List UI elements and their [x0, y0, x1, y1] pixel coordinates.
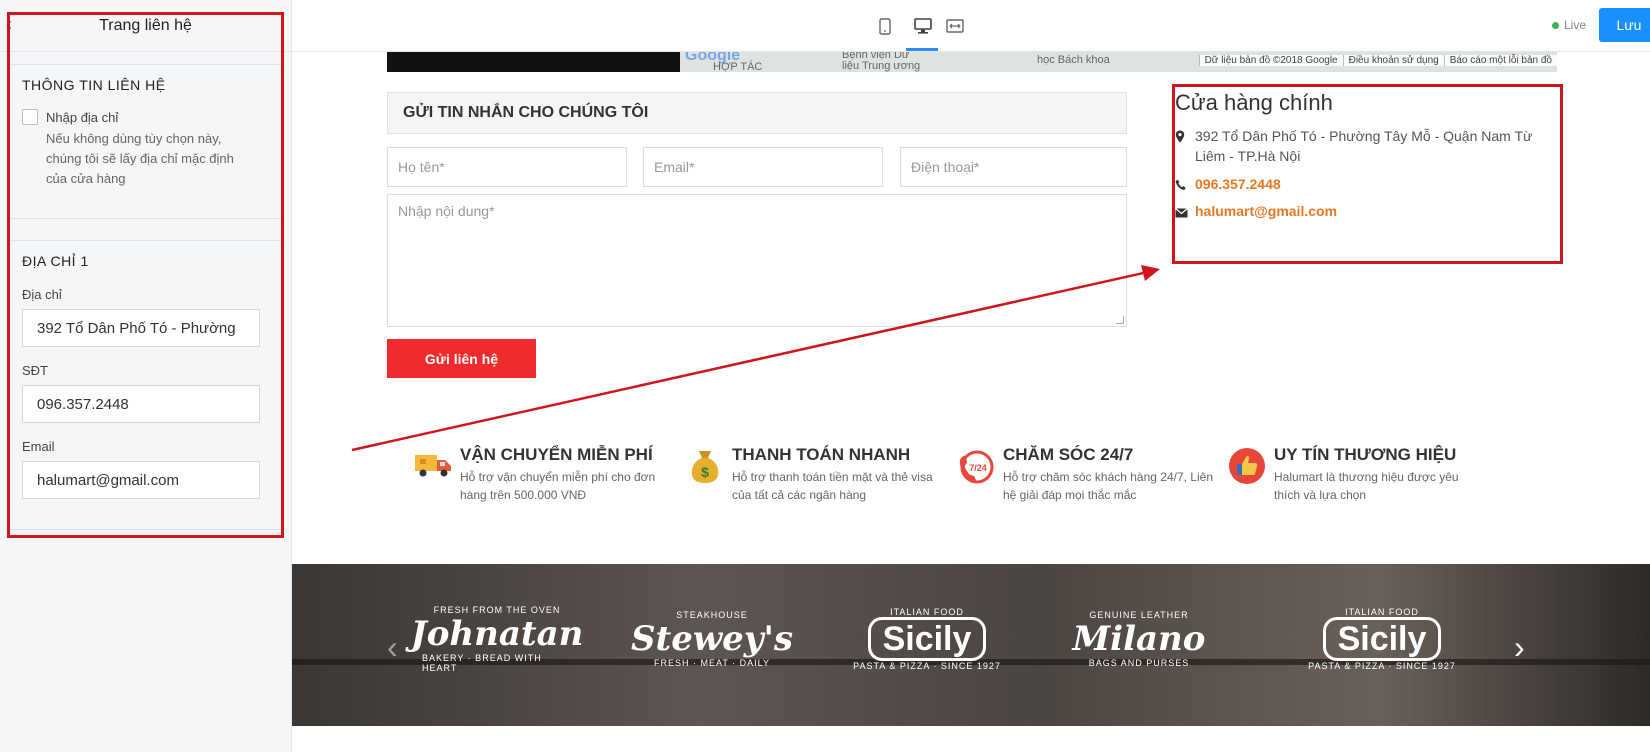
brand-name: Johnatan	[410, 614, 584, 654]
phone-input[interactable]: Điện thoại*	[900, 147, 1127, 187]
brand-name: Stewey's	[630, 619, 794, 659]
address-field[interactable]: 392 Tổ Dân Phố Tó - Phường	[22, 309, 260, 347]
store-email-row: halumart@gmail.com	[1175, 201, 1555, 223]
brand-subline: BAGS AND PURSES	[1088, 658, 1190, 668]
support-24-7-icon: 7/24	[955, 445, 997, 487]
main-store-info: Cửa hàng chính 392 Tổ Dân Phố Tó - Phườn…	[1175, 90, 1555, 223]
brand-tagline: ITALIAN FOOD	[1345, 607, 1419, 617]
enter-address-checkbox[interactable]	[22, 109, 38, 125]
map-label: HỢP TÁC	[713, 61, 763, 72]
support-24-7-label: 7/24	[969, 463, 987, 473]
phone-field[interactable]: 096.357.2448	[22, 385, 260, 423]
phone-icon	[1175, 174, 1195, 196]
brand-name: Milano	[1072, 619, 1206, 659]
brand-logo[interactable]: FRESH FROM THE OVEN Johnatan BAKERY · BR…	[411, 589, 584, 689]
name-input[interactable]: Họ tên*	[387, 147, 627, 187]
save-button[interactable]: Lưu	[1599, 8, 1650, 42]
brand-logo[interactable]: ITALIAN FOOD Sicily PASTA & PIZZA · SINC…	[1307, 589, 1457, 689]
address-label: Địa chỉ	[22, 287, 62, 302]
store-title: Cửa hàng chính	[1175, 90, 1333, 115]
enter-address-option[interactable]: Nhập địa chỉ	[22, 109, 268, 125]
fullwidth-view-icon[interactable]	[944, 16, 966, 36]
brand-slider: ‹ FRESH FROM THE OVEN Johnatan BAKERY · …	[292, 564, 1650, 726]
phone-label: SĐT	[22, 363, 48, 378]
brand-subline: PASTA & PIZZA · SINCE 1927	[1308, 661, 1456, 671]
panel-header: ‹ Trang liên hệ	[0, 0, 291, 52]
live-label: Live	[1564, 18, 1587, 32]
map-report-link[interactable]: Báo cáo một lỗi bản đồ	[1443, 55, 1557, 66]
feature-desc: Hỗ trợ vận chuyển miễn phí cho đơn hàng …	[460, 470, 656, 502]
map-label: liệu Trung ương	[842, 60, 921, 72]
page-preview: Google Bệnh viện Dữ liệu Trung ương HỢP …	[292, 52, 1650, 752]
brand-logo[interactable]: STEAKHOUSE Stewey's FRESH · MEAT · DAILY	[631, 589, 793, 689]
feature-desc: Halumart là thương hiệu được yêu thích v…	[1274, 470, 1459, 502]
map-dark-area	[387, 52, 680, 72]
brand-tagline: ITALIAN FOOD	[890, 607, 964, 617]
message-placeholder: Nhập nội dung*	[398, 203, 495, 219]
message-textarea[interactable]: Nhập nội dung*	[387, 194, 1127, 327]
brand-subline: BAKERY · BREAD WITH HEART	[422, 653, 542, 673]
brand-logo[interactable]: GENUINE LEATHER Milano BAGS AND PURSES	[1064, 589, 1214, 689]
live-status: Live	[1552, 18, 1586, 32]
email-label: Email	[22, 439, 55, 454]
feature-title: THANH TOÁN NHANH	[732, 445, 911, 464]
brand-name: Sicily	[1322, 617, 1442, 661]
email-input[interactable]: Email*	[643, 147, 883, 187]
map-label: học Bách khoa	[1037, 54, 1110, 66]
store-phone[interactable]: 096.357.2448	[1195, 174, 1281, 196]
section-heading-address-1: ĐỊA CHỈ 1	[22, 253, 89, 269]
slider-next-chevron-icon[interactable]: ›	[1514, 629, 1525, 666]
svg-text:$: $	[701, 464, 709, 480]
live-dot-icon	[1552, 21, 1559, 29]
money-bag-icon: $	[684, 445, 726, 487]
brand-logo[interactable]: ITALIAN FOOD Sicily PASTA & PIZZA · SINC…	[852, 589, 1002, 689]
store-address-row: 392 Tổ Dân Phố Tó - Phường Tây Mỗ - Quận…	[1175, 126, 1555, 166]
resize-handle-icon[interactable]	[1116, 316, 1124, 324]
feature-desc: Hỗ trợ chăm sóc khách hàng 24/7, Liên hệ…	[1003, 470, 1213, 502]
brand-subline: PASTA & PIZZA · SINCE 1927	[853, 661, 1001, 671]
thumbs-up-icon	[1226, 445, 1268, 487]
map-data-credit: Dữ liệu bản đồ ©2018 Google	[1198, 55, 1343, 66]
map-terms-link[interactable]: Điều khoản sử dụng	[1342, 55, 1444, 66]
enter-address-help: Nếu không dùng tùy chọn này, chúng tôi s…	[46, 131, 234, 186]
map-footer: Dữ liệu bản đồ ©2018 Google Điều khoản s…	[1198, 55, 1557, 66]
brand-name: Sicily	[867, 617, 987, 661]
enter-address-label: Nhập địa chỉ	[46, 109, 119, 125]
brand-subline: FRESH · MEAT · DAILY	[653, 658, 770, 668]
desktop-view-icon[interactable]	[912, 16, 934, 36]
send-contact-button[interactable]: Gửi liên hệ	[387, 339, 536, 378]
email-field[interactable]: halumart@gmail.com	[22, 461, 260, 499]
address-1-section: ĐỊA CHỈ 1 Địa chỉ 392 Tổ Dân Phố Tó - Ph…	[8, 240, 282, 530]
feature-title: VẬN CHUYỂN MIỄN PHÍ	[460, 445, 653, 464]
features-row: VẬN CHUYỂN MIỄN PHÍ Hỗ trợ vận chuyển mi…	[412, 445, 1612, 525]
top-toolbar: Live Lưu	[292, 0, 1650, 52]
store-phone-row: 096.357.2448	[1175, 174, 1555, 196]
slider-prev-chevron-icon[interactable]: ‹	[387, 629, 398, 666]
form-title: GỬI TIN NHẮN CHO CHÚNG TÔI	[387, 92, 1127, 134]
section-heading-contact-info: THÔNG TIN LIÊN HỆ	[22, 77, 166, 93]
feature-title: CHĂM SÓC 24/7	[1003, 445, 1134, 464]
store-email[interactable]: halumart@gmail.com	[1195, 201, 1337, 223]
active-view-indicator	[906, 48, 938, 51]
feature-desc: Hỗ trợ thanh toán tiền mặt và thẻ visa c…	[732, 470, 933, 502]
settings-panel: ‹ Trang liên hệ THÔNG TIN LIÊN HỆ Nhập đ…	[0, 0, 292, 752]
delivery-truck-icon	[412, 445, 454, 487]
map-pin-icon	[1175, 126, 1195, 166]
contact-info-section: THÔNG TIN LIÊN HỆ Nhập địa chỉ Nếu không…	[8, 64, 282, 219]
map-embed[interactable]: Google Bệnh viện Dữ liệu Trung ương HỢP …	[387, 52, 1557, 72]
mobile-view-icon[interactable]	[874, 16, 896, 36]
panel-title: Trang liên hệ	[99, 16, 192, 34]
feature-title: UY TÍN THƯƠNG HIỆU	[1274, 445, 1457, 464]
store-address: 392 Tổ Dân Phố Tó - Phường Tây Mỗ - Quận…	[1195, 128, 1533, 164]
envelope-icon	[1175, 201, 1195, 223]
back-arrow-icon[interactable]: ‹	[6, 14, 12, 35]
